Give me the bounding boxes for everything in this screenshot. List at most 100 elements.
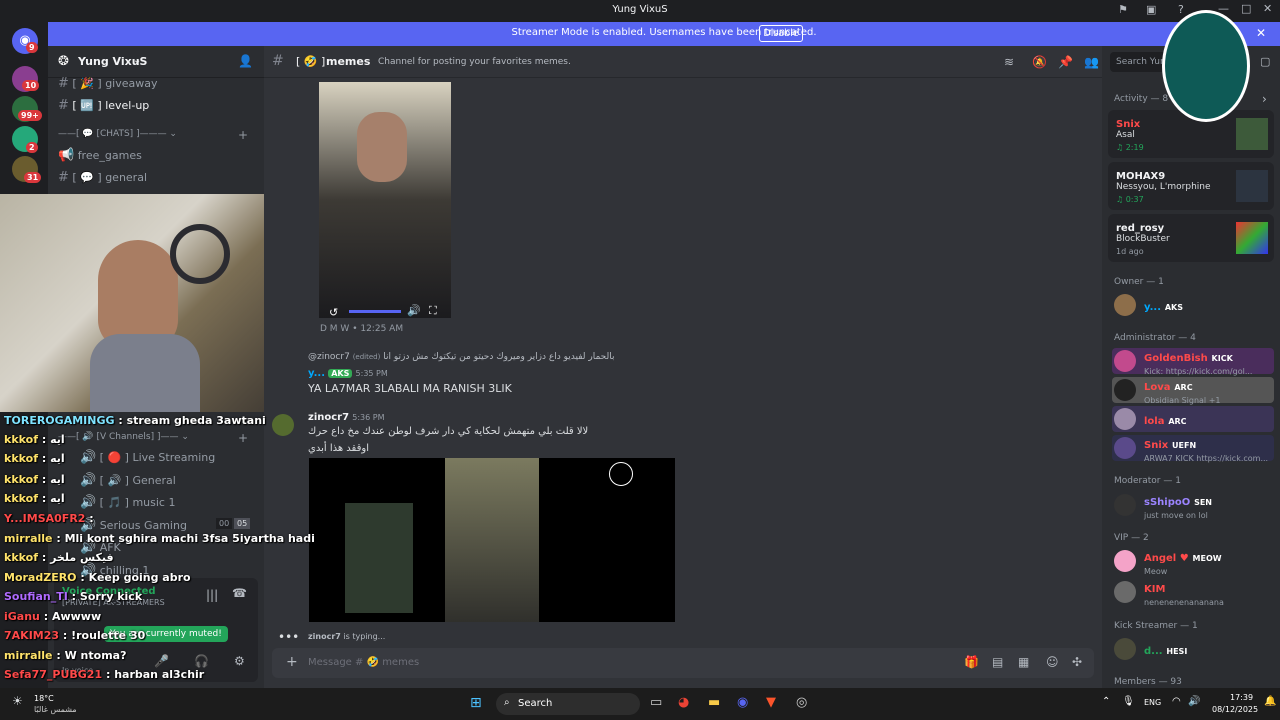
volume-icon[interactable]: 🔊 — [407, 304, 421, 317]
channel-giveaway[interactable]: # [ 🎉 ] giveaway — [58, 76, 158, 91]
channel-name: memes — [326, 55, 371, 68]
hashtag-icon: # — [272, 53, 284, 69]
overlay-message: mirralle : Mli kont sghira machi 3fsa 5i… — [4, 532, 315, 545]
member-item[interactable]: y... AKS — [1144, 299, 1183, 313]
window-title: Yung VixuS — [612, 4, 668, 15]
avatar[interactable] — [1114, 638, 1136, 660]
activity-card[interactable]: red_rosy BlockBuster 1d ago — [1108, 214, 1274, 262]
server-logo-icon: ❂ — [58, 54, 69, 69]
message-composer[interactable]: + Message # 🤣 memes 🎁 ▤ ▦ ☺ ✣ — [272, 648, 1094, 678]
member-item[interactable]: Angel ♥ MEOW — [1144, 550, 1222, 564]
server-header[interactable]: ❂ Yung VixuS ⌄ 👤 — [48, 46, 264, 78]
reply-preview[interactable]: @zinocr7 (edited) بالحمار لفيديو داع دزا… — [308, 352, 614, 362]
badge: 10 — [22, 80, 40, 91]
activity-detail: Nessyou, L'morphine — [1116, 182, 1211, 192]
channel-level-up[interactable]: # [ 🆙 ] level-up — [58, 98, 149, 113]
emoji-icon[interactable]: ☺ — [1046, 655, 1059, 669]
streamer-mode-banner: Streamer Mode is enabled. Usernames have… — [48, 22, 1280, 46]
message-input[interactable]: Message # 🤣 memes — [308, 657, 419, 668]
clock-time[interactable]: 17:39 — [1230, 693, 1253, 702]
overlay-message: kkkof : ايه — [4, 433, 65, 446]
chat-area: # [ 🤣 ] memes Channel for posting your f… — [264, 46, 1102, 688]
embedded-stream — [345, 503, 413, 613]
chrome-icon[interactable]: ◕ — [678, 695, 689, 710]
notification-icon[interactable]: 🔕 — [1032, 55, 1047, 69]
avatar[interactable] — [1114, 494, 1136, 516]
activity-card[interactable]: MOHAX9 Nessyou, L'morphine ♫ 0:37 — [1108, 162, 1274, 210]
fullscreen-icon[interactable]: ⛶ — [429, 304, 437, 318]
help-icon[interactable]: ? — [1178, 3, 1184, 16]
message-text: YA LA7MAR 3LABALI MA RANISH 3LIK — [308, 382, 512, 395]
weather-desc: مشمس غالبًا — [34, 705, 77, 714]
replay-icon[interactable]: ↺ — [329, 306, 338, 319]
video-attachment[interactable]: ↺ 🔊 ⛶ — [319, 82, 451, 319]
wifi-icon[interactable]: ◠ — [1172, 696, 1181, 707]
member-item[interactable]: d... HESI — [1144, 643, 1187, 657]
add-member-icon[interactable]: 👤 — [238, 54, 253, 68]
clock-date[interactable]: 08/12/2025 — [1212, 705, 1258, 714]
inbox-icon[interactable]: ⚑ — [1118, 3, 1128, 16]
add-channel-icon[interactable]: + — [238, 128, 248, 142]
apps-icon[interactable]: ✣ — [1072, 655, 1082, 669]
channel-general[interactable]: # [ 💬 ] general — [58, 170, 147, 185]
title-bar: Yung VixuS ⚑ ▣ ? — □ ✕ — [0, 0, 1280, 22]
screen-share-icon[interactable]: ▣ — [1146, 3, 1156, 16]
file-explorer-icon[interactable]: ▬ — [708, 695, 720, 710]
notification-bell-icon[interactable]: 🔔 — [1264, 696, 1276, 707]
members-title: Members — 93 — [1114, 677, 1182, 687]
headphones — [170, 224, 230, 284]
chevron-down-icon: ⌄ — [133, 55, 142, 66]
tray-chevron-icon[interactable]: ⌃ — [1102, 696, 1110, 707]
channel-free-games[interactable]: 📢 free_games — [58, 148, 142, 163]
channel-topic: Channel for posting your favorites memes… — [378, 57, 571, 67]
video-attachment[interactable] — [309, 458, 675, 622]
brave-icon[interactable]: ▼ — [766, 695, 776, 710]
avatar — [1114, 379, 1136, 401]
threads-icon[interactable]: ≋ — [1004, 55, 1014, 69]
member-item[interactable]: Lova ARC Obsidian Signal +1 — [1112, 377, 1274, 405]
maximize-icon[interactable]: □ — [1241, 2, 1251, 15]
gift-icon[interactable]: 🎁 — [964, 655, 979, 669]
start-icon[interactable]: ⊞ — [470, 695, 482, 711]
overlay-message: kkkof : ايه — [4, 452, 65, 465]
search-box[interactable]: ⌕ Search — [496, 693, 640, 715]
overlay-message: 7AKIM23 : !roulette 30 — [4, 629, 146, 642]
avatar[interactable] — [1114, 294, 1136, 316]
disable-button[interactable]: Disable — [759, 25, 803, 42]
member-status: nenenenenananana — [1144, 598, 1224, 607]
member-list-icon[interactable]: 👥 — [1084, 55, 1099, 69]
overlay-message: kkkof : فيكس ملخر — [4, 551, 114, 564]
chevron-right-icon[interactable]: › — [1262, 92, 1267, 106]
category-chats[interactable]: ——[ 💬 [CHATS] ]——— ⌄ — [58, 129, 177, 139]
badge: 2 — [26, 142, 38, 153]
discord-taskbar-icon[interactable]: ◉ — [737, 695, 748, 710]
language-indicator[interactable]: ENG — [1144, 698, 1161, 707]
stream-chat-overlay: TOREROGAMINGG : stream gheda 3awtani kkk… — [4, 414, 315, 684]
member-item[interactable]: sShipoO SEN — [1144, 494, 1212, 508]
gif-icon[interactable]: ▤ — [992, 655, 1003, 669]
close-banner-icon[interactable]: ✕ — [1256, 26, 1266, 40]
activity-time: 1d ago — [1116, 247, 1144, 256]
search-label: Search — [518, 698, 553, 709]
channel-emoji: [ 🤣 ] — [296, 55, 326, 68]
member-item[interactable]: GoldenBish KICK Kick: https://kick.com/g… — [1112, 348, 1274, 376]
close-window-icon[interactable]: ✕ — [1263, 2, 1272, 15]
video-progress[interactable] — [349, 310, 401, 313]
avatar[interactable] — [1114, 550, 1136, 572]
member-item[interactable]: KIM — [1144, 581, 1165, 595]
banner-text: Streamer Mode is enabled. Usernames have… — [511, 27, 817, 38]
obs-icon[interactable]: ◎ — [796, 695, 807, 710]
member-item[interactable]: Snix UEFN ARWA7 KICK https://kick.com... — [1112, 435, 1274, 463]
task-view-icon[interactable]: ▭ — [650, 695, 662, 710]
taskbar: ☀ 18°C مشمس غالبًا ⊞ ⌕ Search ▭ ◕ ▬ ◉ ▼ … — [0, 688, 1280, 720]
member-item[interactable]: lola ARC — [1112, 406, 1274, 432]
pin-icon[interactable]: 📌 — [1058, 55, 1073, 69]
weather-icon[interactable]: ☀ — [12, 694, 23, 708]
mic-icon[interactable]: 🎙 — [1122, 696, 1135, 707]
inbox-icon[interactable]: ▢ — [1260, 55, 1270, 68]
sticker-icon[interactable]: ▦ — [1018, 655, 1029, 669]
avatar[interactable] — [1114, 581, 1136, 603]
album-art — [1236, 170, 1268, 202]
volume-icon[interactable]: 🔊 — [1188, 696, 1200, 707]
badge: 31 — [24, 172, 42, 183]
